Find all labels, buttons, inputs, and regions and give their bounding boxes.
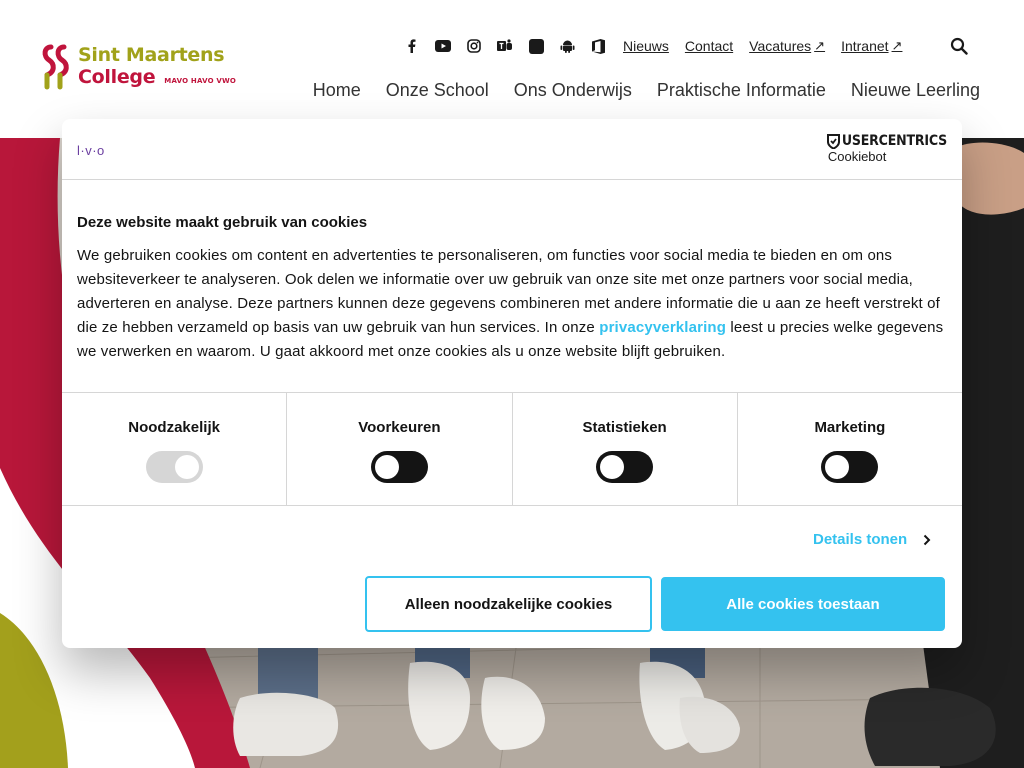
logo-title: Sint Maartens [78, 44, 225, 66]
top-links: Nieuws Contact Vacatures ↗ Intranet ↗ [623, 38, 918, 54]
category-label: Noodzakelijk [128, 419, 220, 436]
site-header: Sint Maartens College MAVO HAVO VWO Nieu… [0, 0, 1024, 138]
external-link-icon: ↗ [891, 38, 903, 53]
top-bar: Nieuws Contact Vacatures ↗ Intranet ↗ [404, 36, 918, 56]
logo-levels: MAVO HAVO VWO [164, 77, 237, 85]
cookie-consent-dialog: l·v·o USERCENTRICS Cookiebot Deze websit… [62, 119, 962, 648]
marketing-toggle[interactable] [821, 451, 879, 483]
noodzakelijk-toggle[interactable] [145, 451, 203, 483]
category-noodzakelijk: Noodzakelijk [62, 393, 288, 505]
contact-link[interactable]: Contact [685, 38, 733, 54]
privacy-statement-link[interactable]: privacyverklaring [599, 319, 726, 336]
voorkeuren-toggle[interactable] [370, 451, 428, 483]
nav-ons-onderwijs[interactable]: Ons Onderwijs [514, 80, 632, 101]
cookiebot-label: Cookiebot [827, 149, 887, 164]
statistieken-toggle[interactable] [596, 451, 654, 483]
dialog-header: l·v·o USERCENTRICS Cookiebot [62, 119, 962, 180]
logo-mark-icon [42, 44, 69, 90]
search-icon[interactable] [950, 37, 968, 55]
main-nav: Home Onze School Ons Onderwijs Praktisch… [288, 80, 980, 101]
nav-nieuwe-leerling[interactable]: Nieuwe Leerling [851, 80, 980, 101]
logo-subtitle: College [78, 66, 156, 88]
usercentrics-logo[interactable]: USERCENTRICS Cookiebot [826, 133, 947, 164]
lvo-logo[interactable]: l·v·o [77, 143, 105, 158]
category-marketing: Marketing [738, 393, 962, 505]
dialog-description: We gebruiken cookies om content en adver… [77, 247, 944, 360]
nav-home[interactable]: Home [313, 80, 361, 101]
vacatures-link[interactable]: Vacatures ↗ [749, 38, 825, 54]
category-label: Voorkeuren [358, 419, 441, 436]
youtube-icon[interactable] [435, 38, 451, 54]
allow-necessary-button[interactable]: Alleen noodzakelijke cookies [365, 576, 652, 632]
shield-icon [826, 133, 840, 149]
category-label: Marketing [814, 419, 886, 436]
tablet-icon[interactable] [528, 38, 544, 54]
teams-icon[interactable] [497, 38, 513, 54]
intranet-link[interactable]: Intranet ↗ [841, 38, 902, 54]
dialog-title: Deze website maakt gebruik van cookies [77, 214, 368, 231]
category-voorkeuren: Voorkeuren [287, 393, 513, 505]
category-label: Statistieken [582, 419, 667, 436]
instagram-icon[interactable] [466, 38, 482, 54]
cookie-categories: Noodzakelijk Voorkeuren Statistieken Mar… [62, 393, 962, 506]
social-links [404, 38, 621, 54]
dialog-body: Deze website maakt gebruik van cookies W… [62, 180, 962, 393]
external-link-icon: ↗ [814, 38, 826, 53]
nav-onze-school[interactable]: Onze School [386, 80, 489, 101]
office-icon[interactable] [590, 38, 606, 54]
nav-praktische-informatie[interactable]: Praktische Informatie [657, 80, 826, 101]
site-logo[interactable]: Sint Maartens College MAVO HAVO VWO [42, 44, 236, 90]
android-icon[interactable] [559, 38, 575, 54]
usercentrics-name: USERCENTRICS [841, 133, 947, 149]
chevron-right-icon [923, 534, 931, 545]
details-toggle-link[interactable]: Details tonen [813, 531, 931, 548]
facebook-icon[interactable] [404, 38, 420, 54]
nieuws-link[interactable]: Nieuws [623, 38, 669, 54]
details-label: Details tonen [813, 531, 908, 548]
allow-all-button[interactable]: Alle cookies toestaan [661, 577, 945, 631]
category-statistieken: Statistieken [513, 393, 738, 505]
